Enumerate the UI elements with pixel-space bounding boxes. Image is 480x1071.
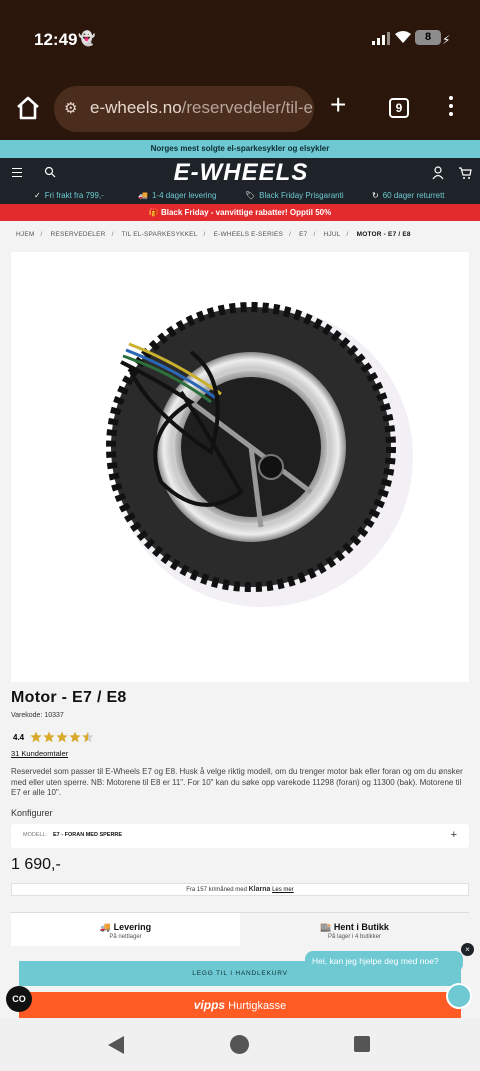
model-value: E7 - FORAN MED SPERRE: [53, 832, 123, 838]
home-circle-icon[interactable]: [230, 1035, 249, 1054]
product-rating[interactable]: 4.4: [13, 731, 95, 743]
cookie-consent-icon[interactable]: CO: [6, 986, 32, 1012]
usp-returns: ↻ 60 dager returrett: [372, 191, 445, 200]
breadcrumb-item[interactable]: RESERVEDELER: [51, 231, 106, 238]
star-icon: [69, 731, 81, 743]
product-description: Reservedel som passer til E-Wheels E7 og…: [11, 767, 463, 797]
tab-pickup[interactable]: 🏬 Hent i Butikk På lager i 4 butikker: [240, 912, 469, 946]
account-icon[interactable]: [432, 166, 444, 180]
breadcrumb-item[interactable]: TIL EL-SPARKESYKKEL: [121, 231, 197, 238]
back-icon[interactable]: [107, 1035, 125, 1055]
breadcrumb-item[interactable]: E7: [299, 231, 307, 238]
truck-icon: 🚚: [138, 191, 148, 200]
url-text: e-wheels.no/reservedeler/til-el: [90, 98, 314, 117]
recent-apps-icon[interactable]: [354, 1036, 370, 1052]
site-settings-icon[interactable]: ⚙: [64, 99, 77, 117]
browser-toolbar: ⚙ e-wheels.no/reservedeler/til-el + 9: [0, 78, 480, 140]
klarna-banner: Fra 157 kr/måned med Klarna Les mer: [11, 883, 469, 896]
configure-heading: Konfigurer: [11, 808, 53, 818]
address-bar[interactable]: ⚙ e-wheels.no/reservedeler/til-el: [54, 86, 314, 132]
cart-icon[interactable]: [458, 166, 472, 180]
return-icon: ↻: [372, 191, 379, 200]
star-icon: [56, 731, 68, 743]
home-icon[interactable]: [14, 94, 42, 122]
model-label: MODELL:: [23, 832, 48, 838]
tab-delivery[interactable]: 🚚 Levering På nettlager: [11, 912, 240, 946]
charging-icon: ⚡: [442, 33, 451, 47]
truck-icon: 🚚: [99, 922, 114, 932]
chat-close-icon[interactable]: ×: [461, 943, 474, 956]
vipps-logo: vipps: [193, 998, 226, 1012]
star-icon: [30, 731, 42, 743]
battery-icon: 8: [415, 30, 441, 45]
site-logo[interactable]: E-WHEELS: [166, 158, 316, 188]
snapchat-notification-icon: 👻: [78, 30, 96, 46]
expand-plus-icon[interactable]: +: [451, 829, 457, 841]
delivery-tabs: 🚚 Levering På nettlager 🏬 Hent i Butikk …: [11, 912, 469, 946]
chat-prompt[interactable]: Hei, kan jeg hjelpe deg med noe?: [305, 951, 463, 972]
breadcrumb-item[interactable]: HJUL: [323, 231, 340, 238]
product-title: Motor - E7 / E8: [11, 689, 127, 706]
tab-switcher-button[interactable]: 9: [389, 98, 409, 118]
top-announcement: Norges mest solgte el-sparkesykler og el…: [0, 140, 480, 158]
star-icon: [43, 731, 55, 743]
status-time: 12:49: [34, 30, 78, 49]
klarna-read-more-link[interactable]: Les mer: [272, 887, 294, 893]
wifi-icon: [394, 30, 412, 47]
system-navigation-bar: [0, 1018, 480, 1071]
tag-icon: 🏷: [245, 191, 256, 200]
product-image[interactable]: [11, 252, 469, 682]
new-tab-icon[interactable]: +: [330, 90, 346, 120]
product-sku: Varekode: 10337: [11, 712, 64, 719]
hamburger-menu-icon[interactable]: [12, 168, 22, 180]
model-selector[interactable]: MODELL: E7 - FORAN MED SPERRE +: [11, 824, 469, 848]
breadcrumb-item[interactable]: HJEM: [16, 231, 35, 238]
usp-delivery: 🚚 1-4 dager levering: [138, 191, 217, 200]
product-price: 1 690,-: [11, 856, 61, 873]
chat-launcher-icon[interactable]: [446, 983, 472, 1009]
vipps-checkout-button[interactable]: vipps Hurtigkasse: [19, 992, 461, 1018]
klarna-logo: Klarna: [248, 886, 271, 893]
gift-icon: 🎁: [148, 208, 161, 217]
status-bar: 12:49 👻 8 ⚡: [0, 0, 480, 78]
rating-value: 4.4: [13, 732, 25, 742]
breadcrumb-item[interactable]: E-WHEELS E-SERIES: [214, 231, 284, 238]
breadcrumb: HJEM / RESERVEDELER / TIL EL-SPARKESYKKEL /…: [16, 231, 411, 238]
more-options-icon[interactable]: [446, 96, 456, 120]
usp-price-guarantee: 🏷 Black Friday Prisgaranti: [245, 191, 344, 200]
store-icon: 🏬: [320, 922, 334, 932]
promo-banner[interactable]: 🎁 Black Friday - vanvittige rabatter! Op…: [0, 204, 480, 221]
star-half-icon: [82, 731, 94, 743]
usp-free-shipping: ✓ Fri frakt fra 799,-: [34, 191, 104, 200]
breadcrumb-current: MOTOR - E7 / E8: [356, 231, 411, 238]
motor-wheel-image: [106, 302, 413, 607]
signal-icon: [372, 32, 390, 45]
site-header: E-WHEELS: [0, 158, 480, 188]
reviews-link[interactable]: 31 Kundeomtaler: [11, 749, 68, 758]
check-icon: ✓: [34, 191, 41, 200]
search-icon[interactable]: [44, 165, 56, 178]
usp-bar: ✓ Fri frakt fra 799,- 🚚 1-4 dager levering…: [0, 188, 480, 204]
